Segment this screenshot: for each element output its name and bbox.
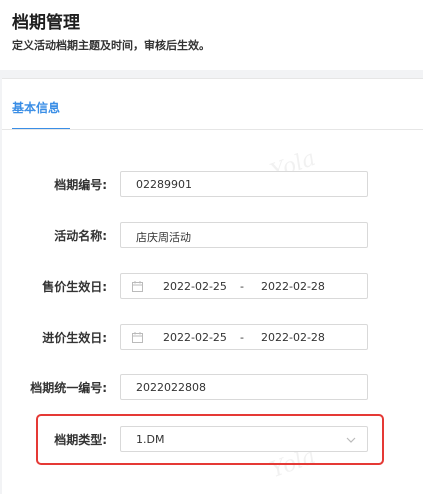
date-range-separator: - xyxy=(240,280,244,293)
sale-price-date-range[interactable]: 2022-02-25 - 2022-02-28 xyxy=(120,273,368,299)
purchase-price-start-date[interactable]: 2022-02-25 xyxy=(163,331,227,344)
calendar-icon xyxy=(132,332,143,343)
sale-price-start-date[interactable]: 2022-02-25 xyxy=(163,280,227,293)
schedule-no-value: 02289901 xyxy=(136,178,192,191)
purchase-price-date-range[interactable]: 2022-02-25 - 2022-02-28 xyxy=(120,324,368,350)
page-title: 档期管理 xyxy=(12,13,80,33)
highlight-box xyxy=(36,414,384,465)
unified-no-field[interactable]: 2022022808 xyxy=(120,374,368,400)
date-range-separator: - xyxy=(240,331,244,344)
page-subtitle: 定义活动档期主题及时间，审核后生效。 xyxy=(12,39,210,52)
activity-name-value: 店庆周活动 xyxy=(136,231,191,244)
purchase-price-date-label: 进价生效日: xyxy=(42,331,107,345)
activity-name-field[interactable]: 店庆周活动 xyxy=(120,222,368,248)
tab-basic-info[interactable]: 基本信息 xyxy=(12,99,60,116)
page-header: 档期管理 定义活动档期主题及时间，审核后生效。 xyxy=(0,0,423,70)
tab-divider xyxy=(2,129,423,130)
calendar-icon xyxy=(132,281,143,292)
unified-no-label: 档期统一编号: xyxy=(30,381,107,395)
unified-no-value: 2022022808 xyxy=(136,381,206,394)
schedule-no-field[interactable]: 02289901 xyxy=(120,171,368,197)
schedule-no-label: 档期编号: xyxy=(54,178,107,192)
purchase-price-end-date[interactable]: 2022-02-28 xyxy=(261,331,325,344)
sale-price-date-label: 售价生效日: xyxy=(42,280,107,294)
activity-name-label: 活动名称: xyxy=(54,229,107,243)
sale-price-end-date[interactable]: 2022-02-28 xyxy=(261,280,325,293)
